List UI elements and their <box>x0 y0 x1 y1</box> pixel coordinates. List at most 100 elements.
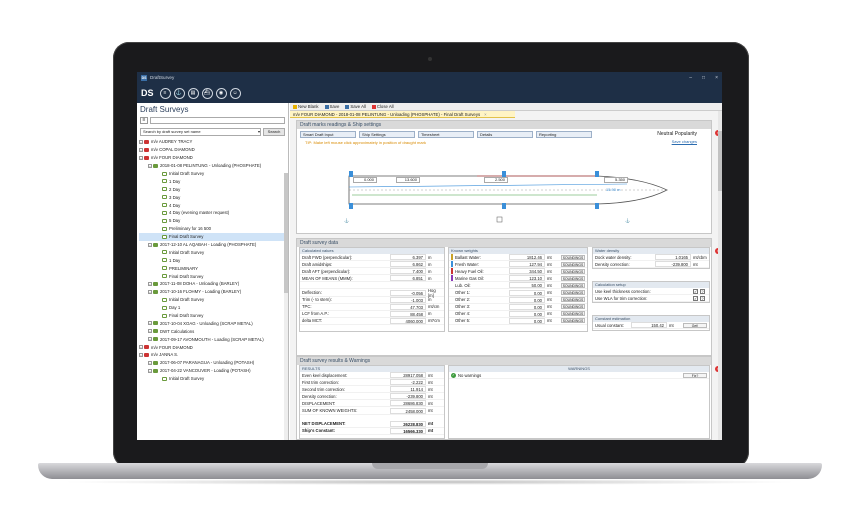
tab-close-icon[interactable]: × <box>484 112 487 117</box>
ship-icon[interactable]: ⚓ <box>173 87 185 99</box>
expand-icon[interactable]: − <box>148 329 152 334</box>
tree-item[interactable]: − 2017-12-10 AL AQABAH - Loading (PHOSPHA… <box>139 241 286 249</box>
row-value[interactable]: 0.00 <box>509 317 545 324</box>
row-value[interactable]: 127.94 <box>509 261 545 268</box>
expand-icon[interactable]: − <box>148 360 152 365</box>
tree-item[interactable]: 5 Day <box>139 217 286 225</box>
search-button[interactable]: Search <box>263 128 285 136</box>
expand-icon[interactable]: − <box>148 289 152 294</box>
expand-icon[interactable]: − <box>148 368 152 373</box>
tree-scrollbar[interactable] <box>284 173 288 440</box>
tree-item[interactable]: − 2018-01-08 PELINTUNG - Unloading (PHOSP… <box>139 162 286 170</box>
wla-correction-checkbox[interactable]: ✓ <box>693 295 698 301</box>
tree-item[interactable]: − m/v COPAL DIAMOND <box>139 146 286 154</box>
tree-item[interactable]: − m/v FOUR DIAMOND <box>139 343 286 351</box>
mid-port-input[interactable]: 13.600 <box>396 177 420 183</box>
expand-icon[interactable]: − <box>148 281 152 286</box>
expand-icon[interactable]: − <box>148 321 152 326</box>
fwd-draft-input[interactable]: 5.350 <box>604 177 628 183</box>
row-value[interactable]: 123.10 <box>509 275 545 282</box>
tab-ship-settings[interactable]: Ship Settings <box>359 131 415 138</box>
close-all-button[interactable]: Close All <box>371 104 394 109</box>
tree-item[interactable]: 4 Day (evening master request) <box>139 209 286 217</box>
get-button[interactable]: Get! <box>683 322 707 328</box>
usual-constant-input[interactable]: 150.42 <box>631 322 667 329</box>
tree-item[interactable]: 1 Day <box>139 256 286 264</box>
tree-item[interactable]: PRELIMINARY <box>139 264 286 272</box>
tab-timesheet[interactable]: Timesheet <box>418 131 474 138</box>
main-scrollbar[interactable] <box>718 111 722 440</box>
maximize-icon[interactable]: □ <box>702 75 705 81</box>
row-value[interactable]: 0.00 <box>509 296 545 303</box>
save-button[interactable]: Save <box>324 104 339 109</box>
tree-item[interactable]: − m/v JANNA S. <box>139 351 286 359</box>
soundings-button[interactable]: SOUNDINGS <box>561 290 585 296</box>
expand-icon[interactable]: − <box>139 345 143 350</box>
globe-icon[interactable]: ◉ <box>215 87 227 99</box>
soundings-button[interactable]: SOUNDINGS <box>561 297 585 303</box>
tree-item[interactable]: − 2017-11-08 DOHA - Unloading (BARLEY) <box>139 280 286 288</box>
keel-correction-checkbox[interactable]: ✓ <box>693 288 698 294</box>
soundings-button[interactable]: SOUNDINGS <box>561 304 585 310</box>
expand-icon[interactable]: − <box>139 155 143 160</box>
search-by-select[interactable]: Search by draft survey set name ▾ <box>140 128 261 136</box>
tree-item[interactable]: Initial Draft Survey <box>139 375 286 383</box>
tree-item[interactable]: Day 1 <box>139 304 286 312</box>
expand-icon[interactable]: − <box>139 352 143 357</box>
soundings-button[interactable]: SOUNDINGS <box>561 261 585 267</box>
tree-item[interactable]: 2 Day <box>139 185 286 193</box>
save-all-button[interactable]: Save All <box>345 104 366 109</box>
expand-icon[interactable]: − <box>148 163 152 168</box>
soundings-button[interactable]: SOUNDINGS <box>561 254 585 260</box>
soundings-button[interactable]: SOUNDINGS <box>561 318 585 324</box>
new-blank-button[interactable]: New Blank <box>293 104 319 109</box>
row-value[interactable]: 0.00 <box>509 289 545 296</box>
survey-icon[interactable]: ⛴ <box>201 87 213 99</box>
row-value[interactable]: 50.00 <box>509 282 545 289</box>
fix-button[interactable]: Fix? <box>683 372 707 378</box>
keel-help-icon[interactable]: ? <box>700 288 705 294</box>
expand-icon[interactable]: − <box>148 337 152 342</box>
tree-item[interactable]: 4 Day <box>139 201 286 209</box>
tree-item[interactable]: Preliminary for 16 500 <box>139 225 286 233</box>
expand-icon[interactable]: − <box>139 147 143 152</box>
tree-item[interactable]: − 2017-04-22 VANCOUVER - Loading (POTASH) <box>139 367 286 375</box>
tree-item[interactable]: Initial Draft Survey <box>139 248 286 256</box>
tree-item[interactable]: Final Draft Survey <box>139 272 286 280</box>
tree-item[interactable]: Initial Draft Survey <box>139 170 286 178</box>
document-tab[interactable]: m/v FOUR DIAMOND - 2018-01-08 PELINTUNG … <box>290 111 515 118</box>
tree-item[interactable]: − m/v FOUR DIAMOND <box>139 154 286 162</box>
tab-reporting[interactable]: Reporting <box>536 131 592 138</box>
tab-smart-draft-input[interactable]: Smart Draft Input <box>300 131 356 138</box>
tree-item[interactable]: Initial Draft Survey <box>139 296 286 304</box>
tree-item[interactable]: − m/v AUDREY TRACY <box>139 138 286 146</box>
menu-icon[interactable]: ≡ <box>159 87 171 99</box>
row-value[interactable]: 0.00 <box>509 310 545 317</box>
row-value[interactable]: 0.00 <box>509 303 545 310</box>
mid-stbd-input[interactable]: 2.500 <box>484 177 508 183</box>
tree-item[interactable]: − 2017-10-04 XOAG - Unloading (SCRAP META… <box>139 319 286 327</box>
aft-draft-input[interactable]: 0.000 <box>353 177 377 183</box>
tree-item[interactable]: 1 Day <box>139 177 286 185</box>
dock-density-input[interactable]: 1.0165 <box>655 254 691 261</box>
tree-item[interactable]: − DWT Calculations <box>139 327 286 335</box>
tree-item[interactable]: − 2017-06-07 PARANAGUA - Unloading (POTAS… <box>139 359 286 367</box>
soundings-button[interactable]: SOUNDINGS <box>561 311 585 317</box>
user-icon[interactable]: ☺ <box>229 87 241 99</box>
wla-help-icon[interactable]: ? <box>700 295 705 301</box>
soundings-button[interactable]: SOUNDINGS <box>561 275 585 281</box>
expand-icon[interactable]: − <box>139 139 143 144</box>
filter-input[interactable] <box>150 117 285 124</box>
close-icon[interactable]: × <box>715 75 718 81</box>
row-value[interactable]: 344.50 <box>509 268 545 275</box>
tree-item[interactable]: 3 Day <box>139 193 286 201</box>
save-changes-link[interactable]: Save changes <box>672 139 697 144</box>
expand-icon[interactable]: − <box>148 242 152 247</box>
document-icon[interactable]: ▤ <box>187 87 199 99</box>
soundings-button[interactable]: SOUNDINGS <box>561 282 585 288</box>
soundings-button[interactable]: SOUNDINGS <box>561 268 585 274</box>
tab-details[interactable]: Details <box>477 131 533 138</box>
ship-diagram[interactable]: ⚓ ⚓ <box>297 151 713 235</box>
tree-item[interactable]: − 2017-09-17 AVONMOUTH - Loading (SCRAP M… <box>139 335 286 343</box>
hamburger-icon[interactable]: ≡ <box>140 117 148 124</box>
